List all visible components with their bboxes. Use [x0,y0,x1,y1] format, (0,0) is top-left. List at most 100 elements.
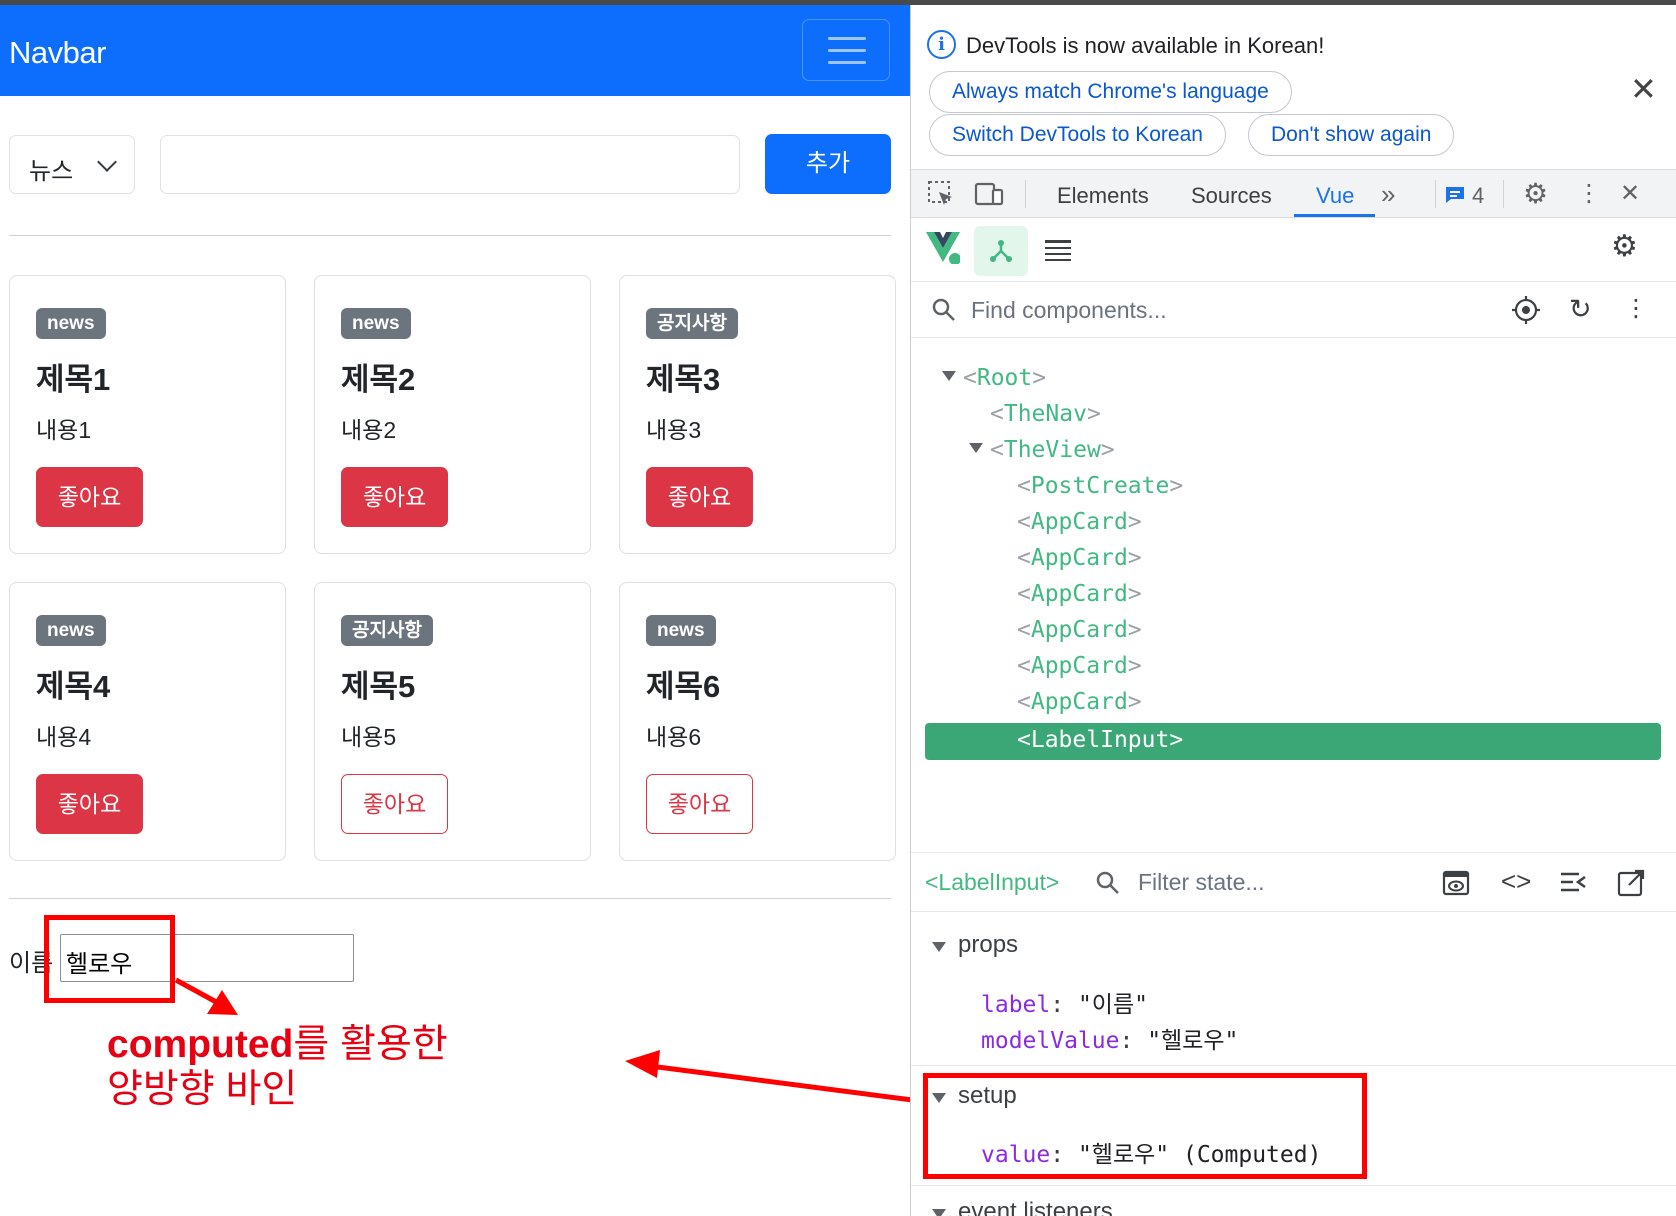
category-select-value: 뉴스 [29,158,74,185]
tree-node-appcard[interactable]: <AppCard> [1017,653,1142,679]
navbar: Navbar [0,5,910,96]
tab-elements[interactable]: Elements [1057,183,1149,209]
card-title: 제목1 [36,362,111,397]
vue-settings-gear-icon[interactable]: ⚙ [1611,232,1638,262]
event-listeners-section-title[interactable]: event listeners [958,1198,1113,1216]
tree-node-appcard[interactable]: <AppCard> [1017,509,1142,535]
switch-to-korean-button[interactable]: Switch DevTools to Korean [929,114,1226,156]
target-select-icon[interactable] [1511,295,1541,325]
hamburger-icon-line [828,61,866,64]
like-button[interactable]: 좋아요 [646,774,753,834]
collapse-caret-icon[interactable] [932,1209,946,1216]
tree-node-label: AppCard [1030,653,1128,679]
timeline-icon[interactable] [1043,238,1073,262]
issues-count: 4 [1472,183,1485,208]
tab-sources[interactable]: Sources [1191,183,1272,209]
prop-key: modelValue [981,1028,1120,1054]
prop-key: label [981,992,1051,1018]
add-button[interactable]: 추가 [765,134,891,194]
component-tree-icon [990,240,1012,262]
tree-node-labelinput: <LabelInput> [1017,727,1184,753]
chevron-down-icon [97,152,117,172]
annotation-line2: 양방향 바인 [107,1068,298,1111]
card-badge: news [341,308,411,339]
notice-message: DevTools is now available in Korean! [966,33,1325,58]
collapse-caret-icon[interactable] [932,942,946,952]
find-components-input[interactable]: Find components... [971,297,1167,324]
tree-node-label: AppCard [1030,581,1128,607]
device-toolbar-icon[interactable] [974,180,1004,208]
issues-icon[interactable] [1444,185,1466,205]
tree-node-label: AppCard [1030,509,1128,535]
more-options-icon[interactable]: ⋮ [1624,296,1648,322]
always-match-language-button[interactable]: Always match Chrome's language [929,71,1292,113]
settings-gear-icon[interactable]: ⚙ [1523,180,1548,208]
tree-node-labelinput-selected[interactable]: <LabelInput> [925,723,1661,760]
like-button[interactable]: 좋아요 [341,467,448,527]
card-content: 내용2 [341,417,397,443]
navbar-toggler-button[interactable] [802,19,890,81]
toolbar-separator [1025,180,1026,208]
card-title: 제목3 [646,362,721,397]
scroll-to-component-icon[interactable] [1559,870,1587,896]
tree-node-label: TheView [1003,437,1101,463]
card-content: 내용6 [646,724,702,750]
divider [9,235,891,236]
app-card: 공지사항 제목5 내용5 좋아요 [314,582,591,861]
tab-vue[interactable]: Vue [1316,183,1354,209]
tree-node-label: AppCard [1030,689,1128,715]
tree-node-appcard[interactable]: <AppCard> [1017,545,1142,571]
info-icon: i [927,30,956,59]
like-button[interactable]: 좋아요 [36,774,143,834]
card-title: 제목5 [341,669,416,704]
section-divider [911,1065,1676,1066]
card-title: 제목4 [36,669,111,704]
props-section-title[interactable]: props [958,931,1018,959]
card-badge: 공지사항 [341,615,433,646]
like-button[interactable]: 좋아요 [646,467,753,527]
prop-value: "헬로우" [1147,1028,1239,1054]
code-icon[interactable]: <> [1501,868,1531,894]
prop-row: modelValue: "헬로우" [981,1028,1239,1054]
vue-devtools-toolbar: ⚙ [911,218,1676,282]
more-tabs-icon[interactable]: » [1381,181,1395,207]
search-icon [1096,871,1119,894]
dont-show-again-button[interactable]: Don't show again [1248,114,1455,156]
inspect-element-icon[interactable] [927,180,955,208]
refresh-icon[interactable]: ↻ [1569,296,1592,323]
tree-node-thenav[interactable]: <TheNav> [990,401,1101,427]
tree-node-appcard[interactable]: <AppCard> [1017,581,1142,607]
close-notice-icon[interactable]: ✕ [1630,73,1657,105]
card-badge: news [646,615,716,646]
tree-node-label: TheNav [1003,401,1087,427]
card-content: 내용4 [36,724,92,750]
category-select[interactable]: 뉴스 [9,135,135,194]
inspect-dom-icon[interactable] [1442,869,1470,897]
tree-node-root[interactable]: <Root> [963,365,1046,391]
app-card: news 제목2 내용2 좋아요 [314,275,591,554]
tree-node-appcard[interactable]: <AppCard> [1017,689,1142,715]
expand-caret-icon[interactable] [942,371,956,381]
like-button[interactable]: 좋아요 [341,774,448,834]
card-badge: news [36,308,106,339]
state-inspector-header: <LabelInput> Filter state... <> [911,852,1676,912]
post-title-input[interactable] [160,135,740,194]
like-button[interactable]: 좋아요 [36,467,143,527]
highlight-box-input [44,915,175,1003]
card-content: 내용1 [36,417,92,443]
expand-caret-icon[interactable] [969,443,983,453]
card-badge: 공지사항 [646,308,738,339]
vue-logo-icon [926,232,960,264]
close-devtools-icon[interactable]: ✕ [1620,181,1640,207]
tree-node-label: AppCard [1030,545,1128,571]
tree-node-label: PostCreate [1030,473,1170,499]
tree-node-appcard[interactable]: <AppCard> [1017,617,1142,643]
tree-node-theview[interactable]: <TheView> [990,437,1115,463]
components-view-button[interactable] [974,226,1028,276]
tree-node-postcreate[interactable]: <PostCreate> [1017,473,1183,499]
more-options-icon[interactable]: ⋮ [1577,181,1601,207]
open-in-editor-icon[interactable] [1617,869,1645,897]
filter-state-input[interactable]: Filter state... [1138,869,1265,896]
navbar-brand[interactable]: Navbar [9,35,106,71]
prop-row: label: "이름" [981,992,1148,1018]
